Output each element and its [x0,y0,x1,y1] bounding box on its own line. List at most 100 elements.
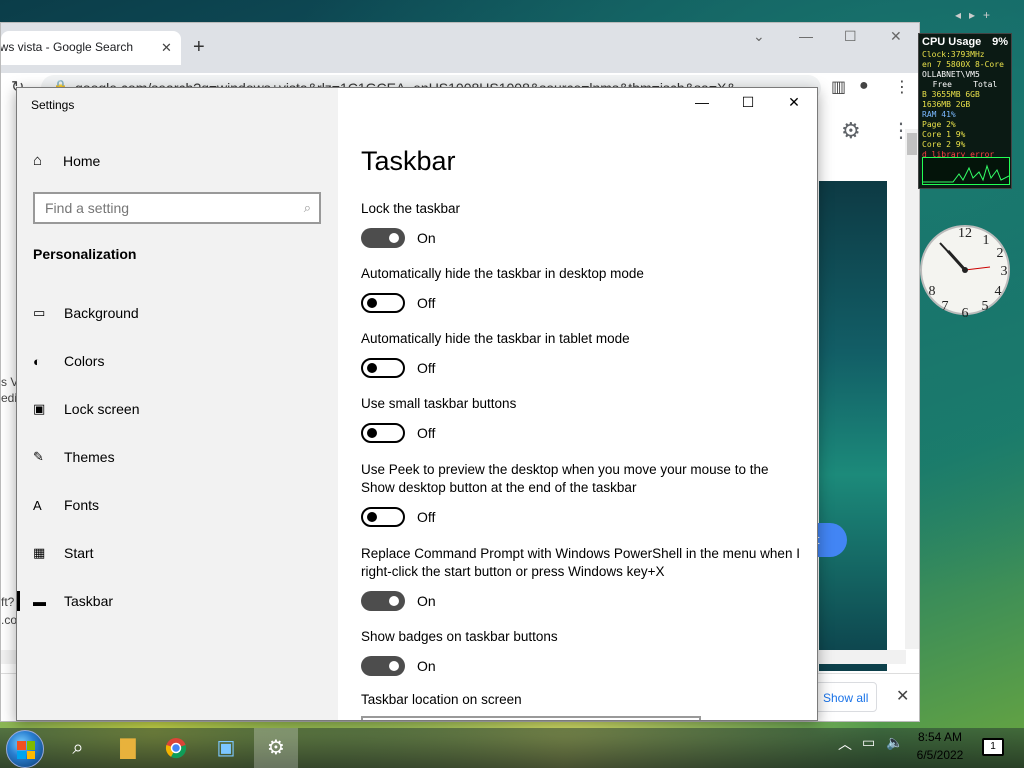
toggle-state: On [417,658,436,674]
setting-peek: Use Peek to preview the desktop when you… [361,461,801,527]
small-buttons-toggle[interactable] [361,423,405,443]
cpu-name: en 7 5800X 8-Core [922,60,1004,69]
chrome-menu-icon[interactable]: ⋮ [894,77,910,97]
memory-row: B 3655MB 6GB [922,90,980,99]
find-setting-input[interactable]: Find a setting ⌕ [33,192,321,224]
page-row: Page 2% [922,120,956,129]
svg-text:6: 6 [962,306,969,321]
badges-toggle[interactable] [361,656,405,676]
autohide-tablet-toggle[interactable] [361,358,405,378]
start-button[interactable] [6,730,44,768]
chrome-close-button[interactable]: ✕ [890,28,902,45]
search-placeholder: Find a setting [45,200,130,216]
profile-icon[interactable]: ● [859,77,869,95]
cpu-gadget-title: CPU Usage [922,36,982,48]
vertical-scrollbar[interactable] [905,129,919,649]
google-settings-gear-icon[interactable]: ⚙ [841,118,861,144]
sidebar-item-label: Lock screen [64,401,140,417]
search-icon[interactable]: ⌕ [64,734,92,762]
powershell-toggle[interactable] [361,591,405,611]
toggle-state: Off [417,360,436,376]
image-icon: ▭ [33,305,46,320]
volume-icon[interactable]: 🔈 [886,734,903,751]
sidebar-item-taskbar[interactable]: ▬ Taskbar [17,581,338,621]
show-hidden-icons-chevron-icon[interactable]: ︿ [838,734,852,754]
svg-text:8: 8 [929,284,936,299]
taskbar-time[interactable]: 8:54 AM [912,730,968,744]
network-icon[interactable]: ▭ [862,734,875,751]
clock-gadget[interactable]: 12 1 2 3 4 5 6 7 8 [920,215,1010,325]
remote-desktop-icon[interactable]: ▣ [212,734,240,762]
themes-icon: ✎ [33,449,44,464]
taskbar-location-label: Taskbar location on screen [361,692,522,707]
sidebar-item-label: Background [64,305,139,321]
lock-taskbar-toggle[interactable] [361,228,405,248]
tab-close-icon[interactable]: ✕ [161,40,172,56]
sidebar-item-label: Start [64,545,94,561]
sidebar-item-label: Fonts [64,497,100,513]
svg-text:4: 4 [995,284,1002,299]
tab-title: ows vista - Google Search [1,40,134,54]
start-icon: ▦ [33,545,46,560]
autohide-desktop-toggle[interactable] [361,293,405,313]
sidebar-item-label: Colors [64,353,105,369]
gadget-controls[interactable]: ◂▸+ [955,8,998,22]
sidebar-item-themes[interactable]: ✎ Themes [17,437,338,477]
peek-toggle[interactable] [361,507,405,527]
file-explorer-icon[interactable]: ▇ [114,734,142,762]
core2-row: Core 2 9% [922,140,966,149]
setting-label: Replace Command Prompt with Windows Powe… [361,546,800,579]
taskbar: ⌕ ▇ ▣ ⚙ ︿ ▭ 🔈 8:54 AM 6/5/2022 1 [0,728,1024,768]
toggle-state: Off [417,295,436,311]
chrome-icon[interactable] [162,734,190,762]
chrome-maximize-button[interactable]: ☐ [844,28,857,45]
scrollbar-thumb[interactable] [907,133,917,155]
setting-label: Lock the taskbar [361,201,461,216]
chrome-tab[interactable]: ows vista - Google Search ✕ [1,31,181,65]
settings-sidebar: Settings ⌂ Home Find a setting ⌕ Persona… [17,88,338,720]
sidebar-item-colors[interactable]: ◐ Colors [17,341,338,381]
setting-badges: Show badges on taskbar buttons On [361,628,801,676]
side-panel-icon[interactable]: ▥ [831,77,846,97]
chrome-minimize-button[interactable]: — [799,28,813,44]
sidebar-item-fonts[interactable]: A Fonts [17,485,338,525]
lock-screen-icon: ▣ [33,401,46,416]
memory-row: 1636MB 2GB [922,100,971,109]
ram-row: RAM 41% [922,110,956,119]
settings-window: Settings ⌂ Home Find a setting ⌕ Persona… [16,87,818,721]
sidebar-item-start[interactable]: ▦ Start [17,533,338,573]
setting-small-buttons: Use small taskbar buttons Off [361,395,801,443]
notification-center-icon[interactable]: 1 [982,738,1004,756]
windows-logo-icon [17,741,35,759]
free-header: Free [932,80,952,89]
sidebar-item-label: Themes [64,449,115,465]
snippet-text: ft? [1,595,15,609]
setting-label: Automatically hide the taskbar in deskto… [361,266,644,281]
taskbar-location-dropdown[interactable] [361,716,701,720]
sidebar-item-lock-screen[interactable]: ▣ Lock screen [17,389,338,429]
close-downloads-bar-icon[interactable]: ✕ [896,686,909,706]
toggle-state: Off [417,425,436,441]
svg-text:7: 7 [942,299,949,314]
fonts-icon: A [33,497,42,513]
taskbar-icon: ▬ [33,593,46,609]
setting-label: Use Peek to preview the desktop when you… [361,462,769,495]
search-icon: ⌕ [303,200,311,215]
svg-text:2: 2 [997,246,1004,261]
window-title: Settings [31,98,75,112]
toggle-state: Off [417,509,436,525]
setting-label: Show badges on taskbar buttons [361,629,558,644]
sidebar-item-background[interactable]: ▭ Background [17,293,338,333]
cpu-usage-gadget[interactable]: CPU Usage 9% Clock:3793MHz en 7 5800X 8-… [918,33,1012,189]
settings-gear-icon[interactable]: ⚙ [254,728,298,768]
taskbar-date[interactable]: 6/5/2022 [912,748,968,762]
home-nav-item[interactable]: ⌂ Home [33,152,100,169]
home-icon: ⌂ [33,152,43,169]
tab-search-icon[interactable]: ⌄ [753,28,765,45]
cpu-graph [922,157,1010,185]
image-preview-panel[interactable] [819,181,887,671]
svg-text:5: 5 [982,299,989,314]
new-tab-button[interactable]: + [193,36,205,59]
total-header: Total [973,80,998,89]
show-all-button[interactable]: Show all [815,682,877,712]
